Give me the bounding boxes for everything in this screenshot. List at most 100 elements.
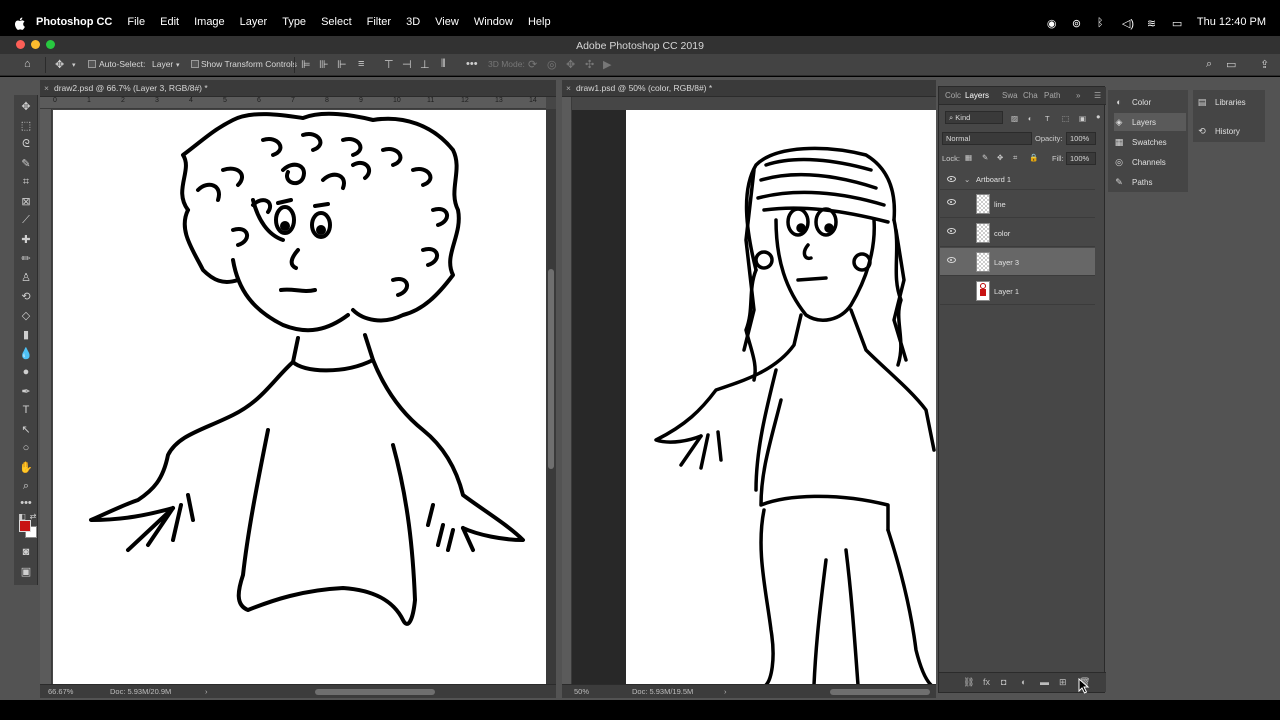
adjustment-layer-icon[interactable]: ◐	[1021, 677, 1026, 687]
wifi-icon[interactable]: ≋	[1147, 17, 1160, 30]
new-layer-icon[interactable]: ⊞	[1059, 677, 1067, 688]
new-group-icon[interactable]: ▬	[1040, 677, 1049, 687]
status-menu-icon[interactable]: ›	[205, 687, 208, 696]
link-layers-icon[interactable]: ⛓	[963, 677, 974, 688]
path-select-tool-icon[interactable]: ↖	[18, 421, 34, 437]
more-options-icon[interactable]: •••	[466, 58, 478, 70]
eyedropper-tool-icon[interactable]: ⟋	[18, 212, 34, 228]
layer-filter-dropdown[interactable]: ⌕ Kind	[945, 111, 1003, 124]
add-mask-icon[interactable]: ◘	[1001, 677, 1006, 687]
menu-file[interactable]: File	[127, 16, 145, 28]
search-icon[interactable]: ⌕	[1206, 58, 1212, 71]
share-icon[interactable]: ⇪	[1260, 58, 1269, 71]
auto-select-target-dropdown[interactable]: Layer	[152, 59, 173, 69]
blend-mode-dropdown[interactable]: Normal	[942, 132, 1032, 145]
layer-row-layer-1[interactable]: Layer 1	[940, 277, 1095, 305]
visibility-toggle-off[interactable]	[947, 286, 956, 292]
lock-transparent-icon[interactable]: ▦	[965, 153, 972, 162]
document-tab-draw2[interactable]: × draw2.psd @ 66.7% (Layer 3, RGB/8#) *	[40, 80, 556, 97]
crop-tool-icon[interactable]: ⌗	[18, 174, 34, 190]
layer-row-layer-3[interactable]: Layer 3	[940, 248, 1095, 276]
menu-type[interactable]: Type	[282, 16, 306, 28]
visibility-eye-icon[interactable]	[947, 228, 956, 234]
dock-color[interactable]: ◐ Color	[1114, 93, 1186, 111]
menu-app-name[interactable]: Photoshop CC	[36, 16, 112, 28]
frame-tool-icon[interactable]: ⊠	[18, 193, 34, 209]
close-tab-icon[interactable]: ×	[44, 83, 49, 93]
dock-paths[interactable]: ✎ Paths	[1114, 173, 1186, 191]
dock-layers[interactable]: ◈ Layers	[1114, 113, 1186, 131]
zoom-level[interactable]: 66.67%	[48, 687, 73, 696]
move-tool-icon[interactable]: ✥	[18, 98, 34, 114]
canvas-draw1[interactable]	[626, 110, 936, 685]
collapse-panel-icon[interactable]: »	[1076, 91, 1080, 100]
horizontal-scrollbar-thumb[interactable]	[315, 689, 435, 695]
zoom-tool-icon[interactable]: ⌕	[18, 478, 34, 494]
creative-cloud-icon[interactable]: ⊚	[1072, 17, 1085, 30]
chevron-down-icon[interactable]: ⌄	[964, 175, 970, 184]
scrollbar-thumb[interactable]	[548, 269, 554, 469]
layer-row-line[interactable]: line	[940, 190, 1095, 218]
filter-toggle-icon[interactable]: ●	[1096, 112, 1101, 121]
lock-position-icon[interactable]: ✥	[997, 153, 1003, 162]
tab-channels[interactable]: Cha	[1023, 91, 1038, 100]
bluetooth-icon[interactable]: ᛒ	[1097, 17, 1110, 29]
horizontal-ruler[interactable]: 0 1 2 3 4 5 6 7 8 9 10 11 12 13 14	[40, 97, 546, 109]
hand-tool-icon[interactable]: ✋	[18, 459, 34, 475]
layer-row-color[interactable]: color	[940, 219, 1095, 247]
clock[interactable]: Thu 12:40 PM	[1197, 16, 1266, 28]
menu-window[interactable]: Window	[474, 16, 513, 28]
menu-select[interactable]: Select	[321, 16, 352, 28]
workspace-icon[interactable]: ▭	[1226, 58, 1236, 71]
close-tab-icon[interactable]: ×	[566, 83, 571, 93]
volume-icon[interactable]: ◁)	[1122, 17, 1135, 30]
brush-tool-icon[interactable]: ✏	[18, 250, 34, 266]
quick-mask-icon[interactable]: ◙	[18, 544, 34, 560]
document-size[interactable]: Doc: 5.93M/19.5M	[632, 687, 693, 696]
vertical-ruler[interactable]	[562, 97, 572, 685]
visibility-eye-icon[interactable]	[947, 176, 956, 182]
move-tool-icon[interactable]: ✥	[55, 58, 64, 71]
menu-view[interactable]: View	[435, 16, 459, 28]
opacity-input[interactable]: 100%	[1066, 132, 1096, 145]
blur-tool-icon[interactable]: 💧	[18, 345, 34, 361]
distribute-vertical-icon[interactable]: ⫴	[441, 58, 446, 71]
canvas-draw2[interactable]	[53, 110, 546, 685]
align-top-icon[interactable]: ⊤	[384, 58, 394, 71]
horizontal-scrollbar-thumb[interactable]	[830, 689, 930, 695]
marquee-tool-icon[interactable]: ⬚	[18, 117, 34, 133]
document-size[interactable]: Doc: 5.93M/20.9M	[110, 687, 171, 696]
zoom-level[interactable]: 50%	[574, 687, 589, 696]
auto-select-checkbox[interactable]	[88, 60, 96, 68]
align-right-icon[interactable]: ⊩	[337, 58, 347, 71]
menu-filter[interactable]: Filter	[367, 16, 391, 28]
lock-artboard-icon[interactable]: ⌗	[1013, 153, 1017, 163]
dock-history[interactable]: ⟲ History	[1197, 122, 1269, 140]
menu-image[interactable]: Image	[194, 16, 225, 28]
home-icon[interactable]: ⌂	[24, 58, 31, 70]
dock-libraries[interactable]: ▤ Libraries	[1197, 93, 1269, 111]
history-brush-icon[interactable]: ⟲	[18, 288, 34, 304]
align-center-icon[interactable]: ⊪	[319, 58, 329, 71]
panel-menu-icon[interactable]: ☰	[1094, 91, 1101, 100]
lock-image-icon[interactable]: ✎	[982, 153, 988, 162]
vertical-ruler[interactable]	[40, 109, 52, 684]
pixel-filter-icon[interactable]: ▨	[1011, 114, 1018, 123]
align-middle-icon[interactable]: ⊣	[402, 58, 412, 71]
type-tool-icon[interactable]: T	[18, 402, 34, 418]
menu-edit[interactable]: Edit	[160, 16, 179, 28]
gradient-tool-icon[interactable]: ▮	[18, 326, 34, 342]
visibility-eye-icon[interactable]	[947, 257, 956, 263]
document-tab-draw1[interactable]: × draw1.psd @ 50% (color, RGB/8#) *	[562, 80, 936, 97]
fill-input[interactable]: 100%	[1066, 152, 1096, 165]
healing-brush-icon[interactable]: ✚	[18, 231, 34, 247]
artboard-row[interactable]: ⌄ Artboard 1	[940, 170, 1095, 190]
shape-filter-icon[interactable]: ⬚	[1062, 114, 1069, 123]
vertical-scrollbar[interactable]	[546, 109, 556, 685]
tab-paths[interactable]: Path	[1044, 91, 1060, 100]
eraser-tool-icon[interactable]: ◇	[18, 307, 34, 323]
adjustment-filter-icon[interactable]: ◐	[1028, 114, 1033, 123]
dodge-tool-icon[interactable]: ●	[18, 364, 34, 380]
tab-swatches[interactable]: Swa	[1002, 91, 1018, 100]
align-left-icon[interactable]: ⊫	[301, 58, 311, 71]
